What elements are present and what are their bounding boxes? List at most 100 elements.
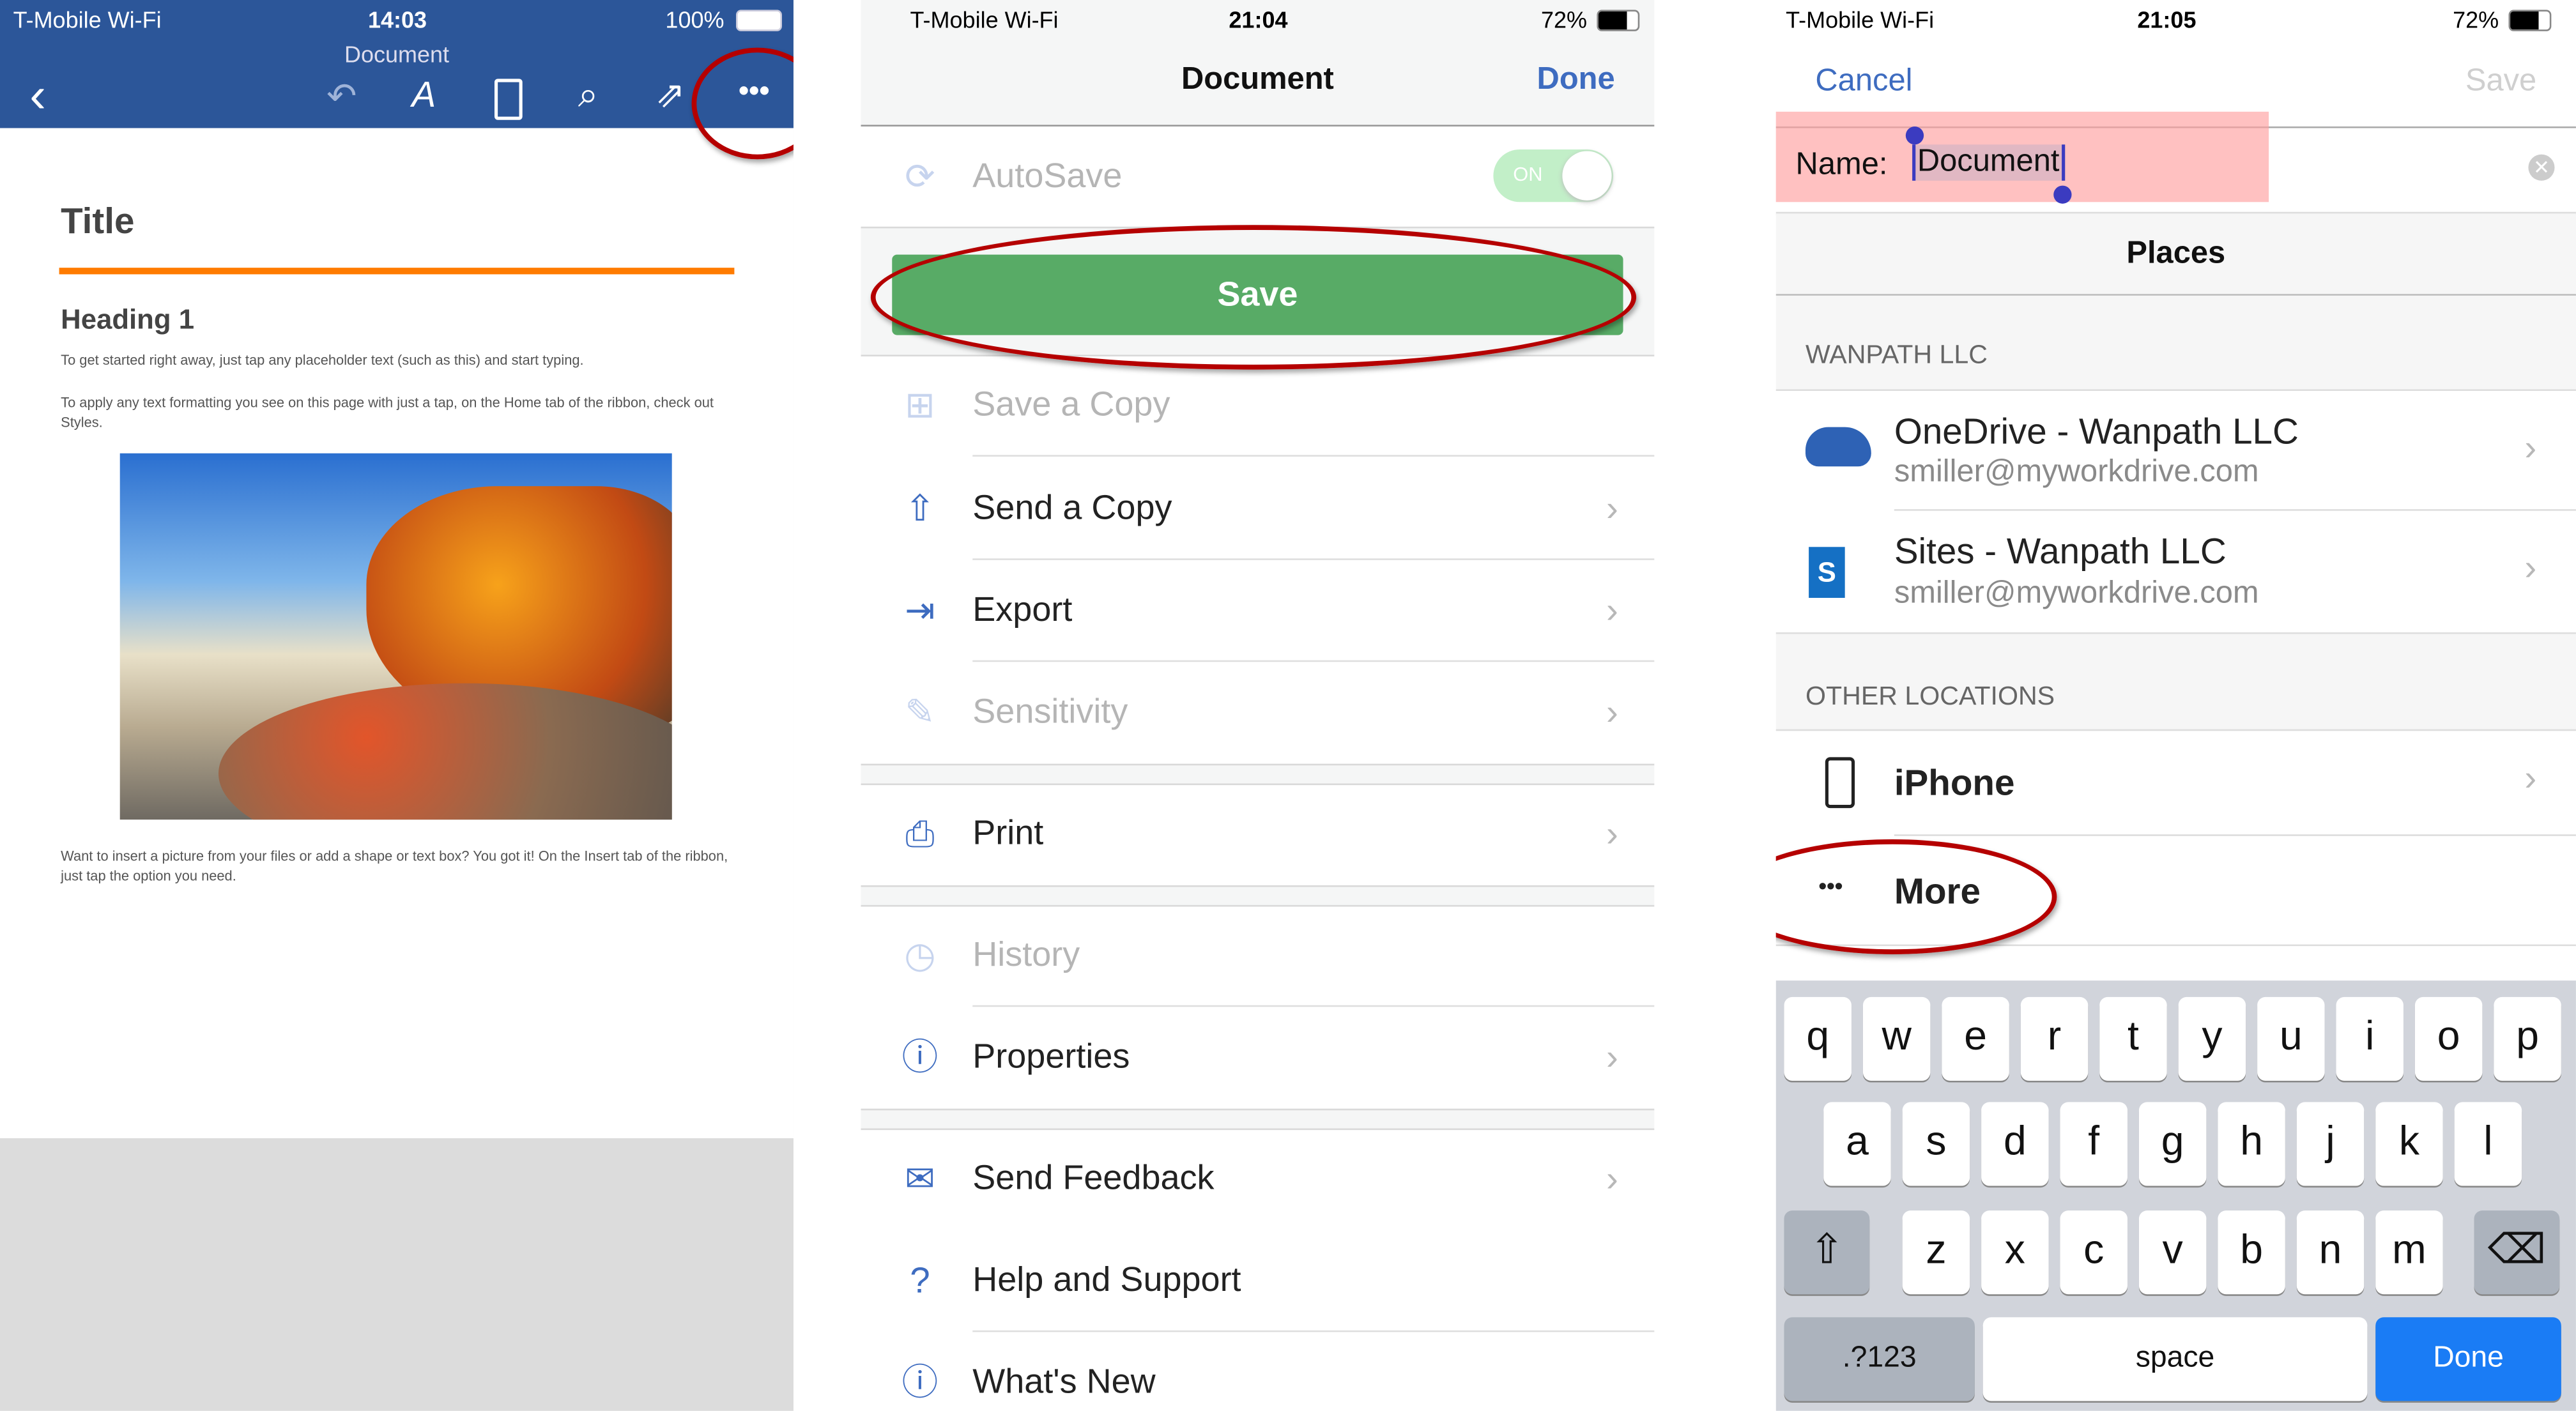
key-d[interactable]: d [1981, 1102, 2049, 1186]
key-b[interactable]: b [2218, 1210, 2285, 1295]
space-key[interactable]: space [1982, 1317, 2368, 1401]
draw-pen-icon[interactable]: A [399, 74, 448, 117]
key-u[interactable]: u [2257, 996, 2325, 1081]
numbers-key[interactable]: .?123 [1784, 1317, 1975, 1401]
delete-key[interactable]: ⌫ [2474, 1210, 2560, 1295]
doc-paragraph[interactable]: To apply any text formatting you see on … [61, 393, 734, 432]
chevron-right-icon: › [2524, 757, 2537, 798]
save-button-disabled[interactable]: Save [2465, 64, 2536, 100]
beach-rocks-image[interactable] [119, 453, 672, 820]
keyboard-done-key[interactable]: Done [2375, 1317, 2561, 1401]
divider [861, 885, 1655, 907]
doc-paragraph[interactable]: To get started right away, just tap any … [61, 350, 734, 370]
clock: 14:03 [367, 6, 427, 33]
key-l[interactable]: l [2454, 1102, 2522, 1186]
word-toolbar: T-Mobile Wi-Fi 14:03 100% Document ‹ ↶ A… [0, 0, 793, 128]
key-p[interactable]: p [2494, 996, 2561, 1081]
sharepoint-sites-location[interactable]: S Sites - Wanpath LLC smiller@myworkdriv… [1775, 511, 2576, 634]
key-g[interactable]: g [2138, 1102, 2207, 1186]
highlight-ellipse [870, 225, 1637, 370]
carrier: T-Mobile Wi-Fi [910, 6, 1059, 33]
onedrive-location[interactable]: OneDrive - Wanpath LLC smiller@myworkdri… [1776, 391, 2576, 511]
save-as-screen: T-Mobile Wi-Fi 21:05 72% Cancel Save Nam… [1775, 0, 2576, 1411]
carrier: T-Mobile Wi-Fi [1786, 6, 1935, 33]
battery-icon [2508, 10, 2552, 31]
battery-percent: 100% [665, 6, 724, 33]
share-icon[interactable]: ⇗ [646, 74, 695, 117]
menu-item-print[interactable]: ⎙ Print › [861, 784, 1654, 885]
key-q[interactable]: q [1784, 996, 1851, 1081]
done-button[interactable]: Done [1537, 63, 1615, 99]
clock: 21:04 [1229, 6, 1288, 33]
iphone-icon [1825, 757, 1855, 809]
key-x[interactable]: x [1981, 1210, 2049, 1295]
key-y[interactable]: y [2178, 996, 2246, 1081]
menu-item-label: Print [972, 814, 1044, 853]
chevron-right-icon: › [2524, 547, 2537, 588]
key-a[interactable]: a [1823, 1102, 1891, 1186]
export-icon: ⇥ [905, 590, 935, 631]
file-menu-screen: T-Mobile Wi-Fi 21:04 72% Document Done ⟳… [861, 0, 1655, 1411]
key-k[interactable]: k [2375, 1102, 2443, 1186]
info-icon: ⓘ [901, 1361, 939, 1403]
key-c[interactable]: c [2060, 1210, 2128, 1295]
autosave-label: AutoSave [972, 157, 1123, 195]
menu-item-history[interactable]: ◷ History [861, 905, 1655, 1007]
menu-item-what-s-new[interactable]: ⓘ What's New [861, 1332, 1654, 1410]
menu-item-send-feedback[interactable]: ✉ Send Feedback › [861, 1129, 1654, 1230]
key-w[interactable]: w [1862, 996, 1931, 1081]
shift-key[interactable]: ⇧ [1784, 1210, 1870, 1295]
divider [861, 763, 1655, 786]
menu-header: T-Mobile Wi-Fi 21:04 72% Document Done [861, 0, 1655, 126]
menu-item-sensitivity[interactable]: ✎ Sensitivity › [861, 662, 1654, 763]
selection-handle-end[interactable] [2053, 185, 2072, 204]
menu-item-send-a-copy[interactable]: ⇧ Send a Copy › [861, 458, 1655, 560]
key-v[interactable]: v [2138, 1210, 2207, 1295]
doc-paragraph[interactable]: Want to insert a picture from your files… [61, 846, 734, 885]
doc-heading[interactable]: Heading 1 [61, 304, 194, 337]
autosave-row: ⟳ AutoSave ON [861, 126, 1654, 228]
save-copy-icon: ⊞ [905, 384, 935, 425]
document-page[interactable]: Title Heading 1 To get started right awa… [0, 128, 793, 1138]
key-s[interactable]: s [1902, 1102, 1970, 1186]
autosave-toggle[interactable]: ON [1493, 149, 1614, 202]
doc-title[interactable]: Title [61, 201, 134, 243]
chevron-right-icon: › [2524, 427, 2537, 468]
key-m[interactable]: m [2375, 1210, 2443, 1295]
help-icon: ? [910, 1260, 930, 1301]
autosave-icon: ⟳ [905, 156, 935, 197]
menu-item-label: Send a Copy [972, 489, 1172, 528]
back-chevron-icon[interactable]: ‹ [13, 69, 63, 125]
undo-icon[interactable]: ↶ [317, 75, 366, 118]
sharepoint-icon: S [1809, 547, 1845, 598]
places-header: Places [1775, 213, 2576, 296]
menu-item-label: Properties [972, 1038, 1130, 1076]
search-icon[interactable]: ⌕ [564, 74, 613, 117]
mobile-view-icon[interactable] [494, 79, 523, 120]
name-input[interactable]: Document [1912, 144, 2065, 181]
key-h[interactable]: h [2218, 1102, 2285, 1186]
menu-item-label: Export [972, 591, 1073, 629]
cancel-button[interactable]: Cancel [1815, 64, 1912, 100]
key-e[interactable]: e [1942, 996, 2009, 1081]
menu-item-label: History [972, 936, 1080, 974]
section-header: OTHER LOCATIONS [1775, 634, 2576, 731]
menu-item-properties[interactable]: ⓘ Properties › [861, 1007, 1654, 1108]
key-t[interactable]: t [2099, 996, 2167, 1081]
key-r[interactable]: r [2020, 996, 2089, 1081]
key-o[interactable]: o [2414, 996, 2483, 1081]
clear-text-icon[interactable]: ✕ [2528, 154, 2555, 181]
battery-icon [735, 10, 782, 31]
menu-item-help-and-support[interactable]: ? Help and Support [861, 1230, 1655, 1332]
selection-handle-start[interactable] [1905, 126, 1924, 145]
history-icon: ◷ [904, 934, 936, 976]
iphone-location[interactable]: iPhone › [1776, 731, 2576, 836]
key-j[interactable]: j [2296, 1102, 2365, 1186]
key-n[interactable]: n [2296, 1210, 2365, 1295]
menu-item-export[interactable]: ⇥ Export › [861, 560, 1655, 662]
key-f[interactable]: f [2060, 1102, 2128, 1186]
key-i[interactable]: i [2336, 996, 2404, 1081]
menu-item-save-a-copy[interactable]: ⊞ Save a Copy [861, 355, 1655, 457]
key-z[interactable]: z [1902, 1210, 1970, 1295]
keyboard: q w e r t y u i o p a s d f g h j k l ⇧ z x c v b n m ⌫ .?123 space Do… [1775, 980, 2576, 1411]
